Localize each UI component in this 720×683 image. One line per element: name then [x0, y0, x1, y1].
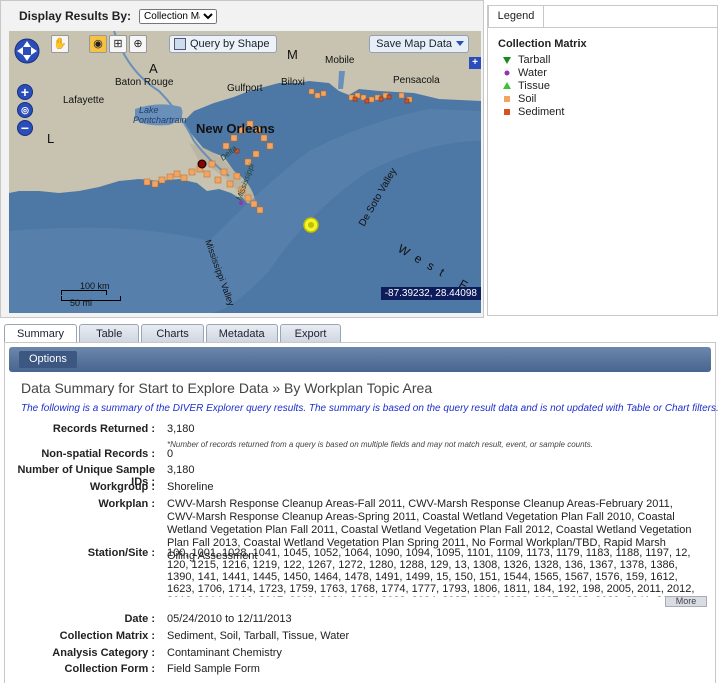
- tab-table[interactable]: Table: [79, 324, 140, 343]
- map-panel: Display Results By: Collection Matrix Ba…: [0, 0, 484, 318]
- unique-ids-value: 3,180: [167, 464, 195, 476]
- legend-panel: Legend Collection Matrix Tarball Water T…: [487, 5, 718, 316]
- map-graphic: Baton Rouge Lafayette Lake Pontchartrain…: [9, 31, 481, 313]
- place-label: Mobile: [325, 55, 355, 66]
- place-label: Gulfport: [227, 83, 263, 94]
- analysis-category-value: Contaminant Chemistry: [167, 647, 282, 659]
- scale-km: 100 km: [80, 281, 110, 291]
- date-label: Date :: [124, 613, 155, 625]
- records-returned-value: 3,180: [167, 423, 195, 435]
- circle-icon: [502, 68, 512, 78]
- place-label: Pontchartrain: [133, 115, 187, 125]
- zoom-in-button[interactable]: +: [17, 84, 33, 100]
- analysis-category-label: Analysis Category :: [52, 647, 155, 659]
- coordinate-readout: -87.39232, 28.44098: [380, 287, 481, 300]
- legend-item-label: Water: [518, 66, 547, 79]
- tab-summary[interactable]: Summary: [4, 324, 78, 343]
- date-value: 05/24/2010 to 12/11/2013: [167, 613, 292, 625]
- place-label: New Orleans: [196, 121, 275, 136]
- legend-body: Collection Matrix Tarball Water Tissue S…: [488, 27, 717, 315]
- workgroup-label: Workgroup :: [89, 481, 155, 493]
- workplan-label: Workplan :: [98, 498, 155, 510]
- summary-intro: The following is a summary of the DIVER …: [21, 403, 719, 414]
- legend-item-soil: Soil: [498, 92, 707, 105]
- options-button[interactable]: Options: [19, 351, 77, 368]
- collection-matrix-value: Sediment, Soil, Tarball, Tissue, Water: [167, 630, 350, 642]
- triangle-up-icon: [502, 81, 512, 91]
- page-title: Data Summary for Start to Explore Data »…: [21, 380, 433, 396]
- place-label: A: [149, 61, 158, 76]
- workgroup-value: Shoreline: [167, 481, 214, 493]
- station-label: Station/Site :: [87, 547, 155, 559]
- options-bar: Options: [9, 347, 711, 372]
- identify-icon[interactable]: ◉: [89, 35, 107, 53]
- tab-export[interactable]: Export: [279, 324, 342, 343]
- triangle-down-icon: [502, 55, 512, 65]
- legend-item-label: Tarball: [518, 53, 551, 66]
- place-label: Lafayette: [63, 95, 105, 106]
- tab-charts[interactable]: Charts: [141, 324, 204, 343]
- display-results-select[interactable]: Collection Matrix: [139, 8, 218, 24]
- legend-item-tarball: Tarball: [498, 53, 707, 66]
- legend-item-water: Water: [498, 66, 707, 79]
- pan-control[interactable]: [13, 37, 41, 65]
- scale-bar: 100 km 50 mi: [61, 281, 121, 308]
- zoom-extent-icon[interactable]: ⊕: [129, 35, 147, 53]
- place-label: M: [287, 47, 298, 62]
- legend-item-label: Sediment: [518, 105, 565, 118]
- chevron-down-icon: [456, 41, 464, 46]
- save-map-data-button[interactable]: Save Map Data: [369, 35, 469, 53]
- result-tabs: Summary Table Charts Metadata Export: [4, 324, 343, 343]
- scale-mi: 50 mi: [70, 298, 93, 308]
- map-canvas[interactable]: Baton Rouge Lafayette Lake Pontchartrain…: [9, 31, 481, 313]
- non-spatial-label: Non-spatial Records :: [41, 448, 155, 460]
- collection-matrix-label: Collection Matrix :: [59, 630, 155, 642]
- square-icon: [502, 107, 512, 117]
- square-icon: [502, 94, 512, 104]
- legend-item-tissue: Tissue: [498, 79, 707, 92]
- station-row: Station/Site : 100, 1001, 1028, 1041, 10…: [5, 547, 711, 609]
- query-by-shape-button[interactable]: Query by Shape: [169, 35, 277, 53]
- expand-icon[interactable]: +: [469, 57, 481, 69]
- globe-icon[interactable]: ◎: [17, 102, 33, 118]
- legend-item-sediment: Sediment: [498, 105, 707, 118]
- tab-metadata[interactable]: Metadata: [205, 324, 278, 343]
- shape-icon: [174, 38, 186, 50]
- display-results-label: Display Results By:: [19, 9, 132, 23]
- summary-panel: Options Data Summary for Start to Explor…: [4, 342, 719, 683]
- map-toolbar: Display Results By: Collection Matrix: [1, 1, 483, 31]
- place-label: Pensacola: [393, 75, 440, 86]
- zoom-box-icon[interactable]: ⊞: [109, 35, 127, 53]
- zoom-out-button[interactable]: −: [17, 120, 33, 136]
- legend-tab[interactable]: Legend: [488, 5, 544, 27]
- save-map-data-label: Save Map Data: [376, 38, 452, 50]
- place-label: Baton Rouge: [115, 77, 174, 88]
- place-label: L: [47, 131, 54, 146]
- query-by-shape-label: Query by Shape: [190, 38, 270, 50]
- collection-form-value: Field Sample Form: [167, 663, 260, 675]
- more-button[interactable]: More: [665, 596, 707, 607]
- non-spatial-value: 0: [167, 448, 174, 460]
- workplan-row: Workplan : CWV-Marsh Response Cleanup Ar…: [5, 498, 711, 562]
- legend-title: Collection Matrix: [498, 38, 587, 50]
- place-label: Lake: [139, 105, 159, 115]
- pan-hand-icon[interactable]: ✋: [51, 35, 69, 53]
- zoom-control: + ◎ −: [17, 84, 33, 138]
- records-returned-label: Records Returned :: [52, 423, 155, 435]
- highlight-point: [197, 159, 207, 169]
- collection-form-label: Collection Form :: [64, 663, 155, 675]
- station-value[interactable]: 100, 1001, 1028, 1041, 1045, 1052, 1064,…: [167, 547, 695, 597]
- place-label: Biloxi: [281, 77, 305, 88]
- legend-item-label: Soil: [518, 92, 537, 105]
- legend-item-label: Tissue: [518, 79, 550, 92]
- place-label: De Soto Valley: [357, 166, 399, 228]
